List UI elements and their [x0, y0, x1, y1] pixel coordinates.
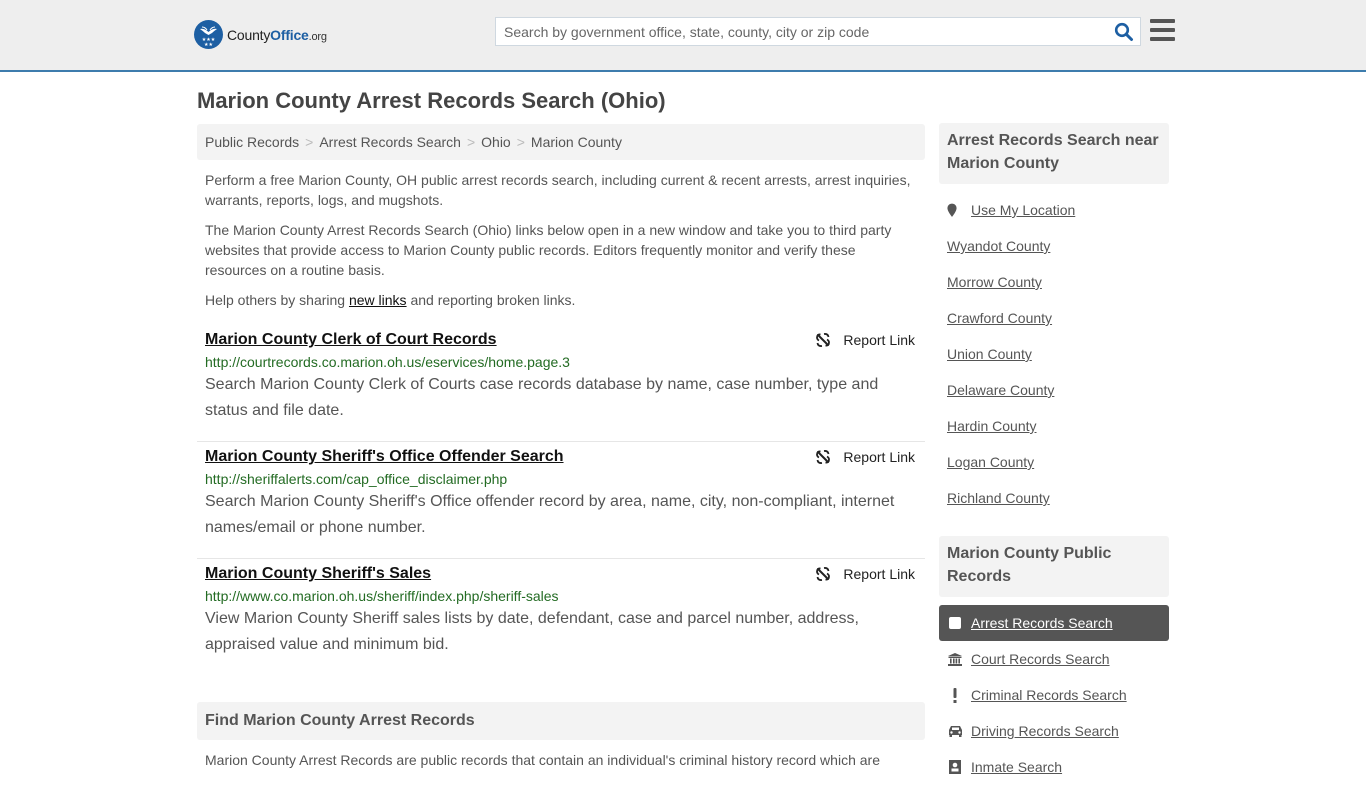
car-icon — [947, 725, 963, 737]
public-record-link[interactable]: Court Records Search — [971, 651, 1110, 667]
result-url: http://www.co.marion.oh.us/sheriff/index… — [205, 588, 559, 604]
search-icon — [1114, 22, 1133, 41]
result-item: Marion County Clerk of Court Records Rep… — [197, 325, 925, 442]
public-record-link[interactable]: Driving Records Search — [971, 723, 1119, 739]
intro-text: Perform a free Marion County, OH public … — [205, 170, 920, 320]
use-my-location-link[interactable]: Use My Location — [971, 202, 1075, 218]
results-list: Marion County Clerk of Court Records Rep… — [197, 325, 925, 676]
nearby-county-item: Richland County — [947, 480, 1169, 516]
nearby-county-link[interactable]: Morrow County — [947, 274, 1042, 290]
nearby-county-item: Crawford County — [947, 300, 1169, 336]
result-item: Marion County Sheriff's Sales Report Lin… — [197, 559, 925, 676]
intro-paragraph-3: Help others by sharing new links and rep… — [205, 292, 576, 308]
public-record-link[interactable]: Arrest Records Search — [971, 615, 1113, 631]
result-description: Search Marion County Sheriff's Office of… — [205, 493, 895, 536]
site-header: ★★★ ★★ CountyOffice.org — [0, 0, 1366, 72]
exclamation-icon — [947, 687, 963, 703]
inmate-icon — [947, 760, 963, 774]
report-link-button[interactable]: Report Link — [815, 566, 915, 582]
square-icon — [947, 617, 963, 629]
breadcrumb-arrest-records-search[interactable]: Arrest Records Search — [319, 134, 461, 150]
nearby-county-item: Morrow County — [947, 264, 1169, 300]
breadcrumb-separator: > — [466, 134, 476, 150]
nearby-county-item: Delaware County — [947, 372, 1169, 408]
svg-text:★★: ★★ — [204, 42, 213, 48]
nearby-county-link[interactable]: Wyandot County — [947, 238, 1050, 254]
new-links-link[interactable]: new links — [349, 292, 407, 308]
nearby-county-link[interactable]: Crawford County — [947, 310, 1052, 326]
broken-link-icon — [816, 567, 831, 581]
page-title: Marion County Arrest Records Search (Ohi… — [197, 88, 666, 113]
find-records-text: Marion County Arrest Records are public … — [205, 752, 880, 768]
breadcrumb-marion-county[interactable]: Marion County — [531, 134, 622, 150]
result-description: Search Marion County Clerk of Courts cas… — [205, 376, 879, 419]
result-url: http://sheriffalerts.com/cap_office_disc… — [205, 471, 508, 487]
courthouse-icon — [947, 652, 963, 666]
search-button[interactable] — [1114, 22, 1134, 42]
hamburger-menu-icon — [1150, 19, 1175, 23]
intro-paragraph-1: Perform a free Marion County, OH public … — [205, 172, 911, 208]
nearby-county-link[interactable]: Delaware County — [947, 382, 1054, 398]
public-record-item-arrest-records[interactable]: Arrest Records Search — [939, 605, 1169, 641]
broken-link-icon — [816, 333, 831, 347]
nearby-county-link[interactable]: Richland County — [947, 490, 1050, 506]
use-my-location-item: Use My Location — [947, 192, 1169, 228]
result-title-link[interactable]: Marion County Sheriff's Office Offender … — [205, 448, 564, 466]
public-record-item-inmate-search[interactable]: Inmate Search — [939, 749, 1169, 785]
breadcrumb-ohio[interactable]: Ohio — [481, 134, 511, 150]
report-link-button[interactable]: Report Link — [815, 449, 915, 465]
public-record-link[interactable]: Criminal Records Search — [971, 687, 1127, 703]
search-bar — [495, 17, 1141, 46]
public-record-item-driving-records[interactable]: Driving Records Search — [939, 713, 1169, 749]
intro-paragraph-2: The Marion County Arrest Records Search … — [205, 222, 892, 278]
map-marker-icon — [947, 203, 957, 218]
result-title-link[interactable]: Marion County Clerk of Court Records — [205, 331, 497, 349]
nearby-heading: Arrest Records Search near Marion County — [939, 123, 1169, 184]
nearby-county-link[interactable]: Hardin County — [947, 418, 1037, 434]
breadcrumb-separator: > — [305, 134, 314, 150]
find-records-heading: Find Marion County Arrest Records — [197, 702, 925, 740]
report-link-button[interactable]: Report Link — [815, 332, 915, 348]
eagle-stars-logo-icon: ★★★ ★★ — [194, 20, 223, 49]
logo-text: CountyOffice.org — [227, 26, 327, 43]
nearby-county-item: Union County — [947, 336, 1169, 372]
nearby-county-item: Logan County — [947, 444, 1169, 480]
nearby-county-item: Hardin County — [947, 408, 1169, 444]
public-records-heading: Marion County Public Records — [939, 536, 1169, 597]
search-input[interactable] — [496, 18, 1106, 45]
breadcrumb-public-records[interactable]: Public Records — [205, 134, 299, 150]
nearby-county-link[interactable]: Union County — [947, 346, 1032, 362]
public-records-list: Arrest Records Search Court Records Sear… — [939, 605, 1169, 785]
result-item: Marion County Sheriff's Office Offender … — [197, 442, 925, 559]
site-logo[interactable]: ★★★ ★★ CountyOffice.org — [194, 20, 327, 49]
broken-link-icon — [816, 450, 831, 464]
result-title-link[interactable]: Marion County Sheriff's Sales — [205, 565, 431, 583]
breadcrumb: Public Records > Arrest Records Search > Ohi… — [197, 124, 925, 160]
nearby-county-link[interactable]: Logan County — [947, 454, 1034, 470]
result-description: View Marion County Sheriff sales lists b… — [205, 610, 859, 653]
result-url: http://courtrecords.co.marion.oh.us/eser… — [205, 354, 570, 370]
nearby-county-item: Wyandot County — [947, 228, 1169, 264]
hamburger-menu-button[interactable] — [1150, 19, 1175, 41]
nearby-list: Use My Location Wyandot County Morrow Co… — [947, 192, 1169, 516]
public-record-item-criminal-records[interactable]: Criminal Records Search — [939, 677, 1169, 713]
public-record-item-court-records[interactable]: Court Records Search — [939, 641, 1169, 677]
breadcrumb-separator: > — [516, 134, 525, 150]
public-record-link[interactable]: Inmate Search — [971, 759, 1062, 775]
